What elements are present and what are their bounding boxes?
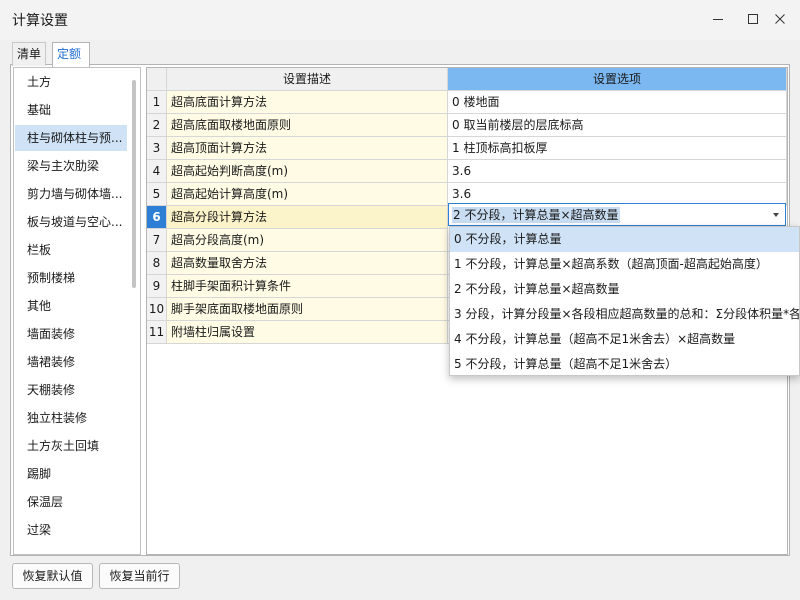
option-combobox[interactable]: 2 不分段，计算总量×超高数量 bbox=[448, 203, 786, 226]
row-number[interactable]: 5 bbox=[147, 183, 167, 206]
row-description: 超高起始判断高度(m) bbox=[167, 160, 448, 183]
row-number[interactable]: 11 bbox=[147, 321, 167, 344]
sidebar-item[interactable]: 栏板 bbox=[15, 237, 127, 263]
close-button[interactable] bbox=[766, 8, 794, 30]
close-icon bbox=[775, 14, 785, 24]
row-number[interactable]: 2 bbox=[147, 114, 167, 137]
sidebar-item[interactable]: 梁与主次肋梁 bbox=[15, 153, 127, 179]
sidebar-item[interactable]: 预制楼梯 bbox=[15, 265, 127, 291]
sidebar-item[interactable]: 其他 bbox=[15, 293, 127, 319]
row-number[interactable]: 8 bbox=[147, 252, 167, 275]
sidebar-item[interactable]: 板与坡道与空心... bbox=[15, 209, 127, 235]
dropdown-option[interactable]: 4 不分段，计算总量（超高不足1米舍去）×超高数量 bbox=[450, 327, 799, 352]
row-description: 超高起始计算高度(m) bbox=[167, 183, 448, 206]
row-value[interactable]: 0 取当前楼层的层底标高 bbox=[448, 114, 787, 137]
sidebar-item[interactable]: 踢脚 bbox=[15, 461, 127, 487]
dropdown-option[interactable]: 5 不分段，计算总量（超高不足1米舍去） bbox=[450, 352, 799, 375]
dropdown-option[interactable]: 3 分段，计算分段量×各段相应超高数量的总和：Σ分段体积量*各段 bbox=[450, 302, 799, 327]
option-dropdown-list: 0 不分段，计算总量 1 不分段，计算总量×超高系数（超高顶面-超高起始高度） 2 … bbox=[449, 226, 800, 376]
category-list-scrollbar[interactable] bbox=[132, 80, 136, 288]
sidebar-item[interactable]: 土方灰土回填 bbox=[15, 433, 127, 459]
dropdown-option[interactable]: 0 不分段，计算总量 bbox=[450, 227, 799, 252]
chevron-down-icon[interactable] bbox=[773, 213, 779, 217]
restore-default-button[interactable]: 恢复默认值 bbox=[12, 563, 93, 589]
row-number[interactable]: 3 bbox=[147, 137, 167, 160]
row-description: 超高底面计算方法 bbox=[167, 91, 448, 114]
row-number[interactable]: 1 bbox=[147, 91, 167, 114]
row-number[interactable]: 9 bbox=[147, 275, 167, 298]
category-list: 土方 基础 柱与砌体柱与预... 梁与主次肋梁 剪力墙与砌体墙... 板与坡道与空心...… bbox=[13, 67, 141, 555]
combobox-selected-text: 2 不分段，计算总量×超高数量 bbox=[452, 207, 620, 223]
row-description: 柱脚手架面积计算条件 bbox=[167, 275, 448, 298]
row-value[interactable]: 3.6 bbox=[448, 160, 787, 183]
minimize-icon bbox=[713, 19, 723, 20]
sidebar-item[interactable]: 土方 bbox=[15, 69, 127, 95]
restore-current-row-button[interactable]: 恢复当前行 bbox=[99, 563, 180, 589]
sidebar-item[interactable]: 墙面装修 bbox=[15, 321, 127, 347]
sidebar-item[interactable]: 墙裙装修 bbox=[15, 349, 127, 375]
column-header-description: 设置描述 bbox=[167, 68, 448, 91]
title-bar: 计算设置 bbox=[0, 0, 800, 40]
row-number[interactable]: 4 bbox=[147, 160, 167, 183]
dropdown-option[interactable]: 2 不分段，计算总量×超高数量 bbox=[450, 277, 799, 302]
maximize-button[interactable] bbox=[739, 8, 767, 30]
row-value[interactable]: 0 楼地面 bbox=[448, 91, 787, 114]
row-description: 超高分段高度(m) bbox=[167, 229, 448, 252]
tab-quota[interactable]: 定额 bbox=[52, 42, 90, 67]
sidebar-item[interactable]: 独立柱装修 bbox=[15, 405, 127, 431]
row-number[interactable]: 7 bbox=[147, 229, 167, 252]
row-description: 脚手架底面取楼地面原则 bbox=[167, 298, 448, 321]
tab-bill[interactable]: 清单 bbox=[12, 42, 46, 66]
row-description: 超高顶面计算方法 bbox=[167, 137, 448, 160]
maximize-icon bbox=[748, 14, 758, 24]
row-value[interactable]: 1 柱顶标高扣板厚 bbox=[448, 137, 787, 160]
sidebar-item[interactable]: 保温层 bbox=[15, 489, 127, 515]
dropdown-option[interactable]: 1 不分段，计算总量×超高系数（超高顶面-超高起始高度） bbox=[450, 252, 799, 277]
column-header-option: 设置选项 bbox=[448, 68, 787, 91]
minimize-button[interactable] bbox=[704, 8, 732, 30]
sidebar-item[interactable]: 过梁 bbox=[15, 517, 127, 543]
sidebar-item[interactable]: 剪力墙与砌体墙... bbox=[15, 181, 127, 207]
window-title: 计算设置 bbox=[12, 13, 68, 29]
row-number[interactable]: 6 bbox=[147, 206, 167, 229]
sidebar-item[interactable]: 柱与砌体柱与预... bbox=[15, 125, 127, 151]
row-description: 附墙柱归属设置 bbox=[167, 321, 448, 344]
corner-header bbox=[147, 68, 167, 91]
sidebar-item[interactable]: 基础 bbox=[15, 97, 127, 123]
row-number[interactable]: 10 bbox=[147, 298, 167, 321]
sidebar-item[interactable]: 天棚装修 bbox=[15, 377, 127, 403]
row-description: 超高分段计算方法 bbox=[167, 206, 448, 229]
row-description: 超高底面取楼地面原则 bbox=[167, 114, 448, 137]
row-description: 超高数量取舍方法 bbox=[167, 252, 448, 275]
